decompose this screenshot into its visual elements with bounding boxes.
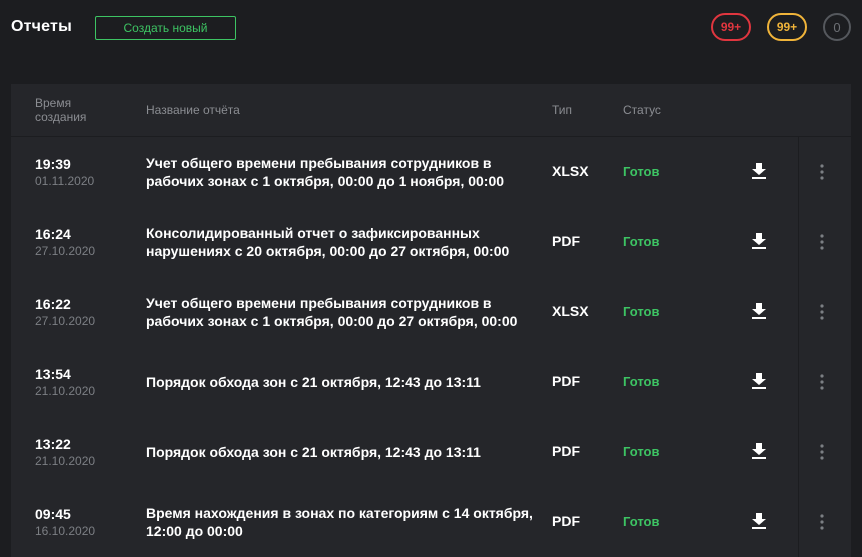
table-row[interactable]: 19:39 01.11.2020 Учет общего времени пребы… bbox=[11, 137, 851, 208]
more-vertical-icon[interactable] bbox=[819, 374, 825, 390]
reports-table: Время создания Название отчёта Тип Стату… bbox=[11, 84, 851, 557]
row-report-name: Учет общего времени пребывания сотрудник… bbox=[146, 295, 518, 329]
download-icon[interactable] bbox=[752, 163, 766, 179]
row-status: Готов bbox=[623, 374, 660, 389]
top-bar: Отчеты Создать новый 99+ 99+ 0 bbox=[0, 0, 862, 56]
row-date: 27.10.2020 bbox=[35, 244, 96, 258]
notification-badge-red[interactable]: 99+ bbox=[711, 13, 751, 41]
row-status: Готов bbox=[623, 304, 660, 319]
row-status: Готов bbox=[623, 514, 660, 529]
row-type: PDF bbox=[552, 513, 580, 529]
row-report-name: Консолидированный отчет о зафиксированны… bbox=[146, 225, 510, 259]
table-row[interactable]: 13:22 21.10.2020 Порядок обхода зон с 21 о… bbox=[11, 417, 851, 488]
more-vertical-icon[interactable] bbox=[819, 164, 825, 180]
more-vertical-icon[interactable] bbox=[819, 444, 825, 460]
column-header-name[interactable]: Название отчёта bbox=[146, 103, 240, 117]
more-vertical-icon[interactable] bbox=[819, 514, 825, 530]
page-title: Отчеты bbox=[11, 18, 72, 35]
more-vertical-icon[interactable] bbox=[819, 234, 825, 250]
row-type: PDF bbox=[552, 443, 580, 459]
row-time: 16:24 bbox=[35, 226, 71, 242]
row-report-name: Порядок обхода зон с 21 октября, 12:43 д… bbox=[146, 444, 481, 460]
row-type: PDF bbox=[552, 373, 580, 389]
row-status: Готов bbox=[623, 164, 660, 179]
row-time: 16:22 bbox=[35, 296, 71, 312]
download-icon[interactable] bbox=[752, 373, 766, 389]
row-status: Готов bbox=[623, 234, 660, 249]
notification-badge-yellow[interactable]: 99+ bbox=[767, 13, 807, 41]
table-row[interactable]: 09:45 16.10.2020 Время нахождения в зонах … bbox=[11, 487, 851, 557]
row-date: 01.11.2020 bbox=[35, 174, 95, 188]
table-row[interactable]: 16:24 27.10.2020 Консолидированный отчет о… bbox=[11, 207, 851, 278]
row-status: Готов bbox=[623, 444, 660, 459]
row-report-name: Порядок обхода зон с 21 октября, 12:43 д… bbox=[146, 374, 481, 390]
notification-badge-gray[interactable]: 0 bbox=[823, 13, 851, 41]
row-time: 09:45 bbox=[35, 506, 71, 522]
row-report-name: Время нахождения в зонах по категориям с… bbox=[146, 505, 533, 539]
column-header-time[interactable]: Время создания bbox=[35, 96, 105, 124]
row-date: 21.10.2020 bbox=[35, 384, 96, 398]
table-header: Время создания Название отчёта Тип Стату… bbox=[11, 84, 851, 137]
row-type: PDF bbox=[552, 233, 580, 249]
row-time: 13:22 bbox=[35, 436, 71, 452]
more-vertical-icon[interactable] bbox=[819, 304, 825, 320]
column-header-status[interactable]: Статус bbox=[623, 103, 661, 117]
row-type: XLSX bbox=[552, 303, 589, 319]
download-icon[interactable] bbox=[752, 443, 766, 459]
download-icon[interactable] bbox=[752, 513, 766, 529]
row-date: 16.10.2020 bbox=[35, 524, 96, 538]
row-report-name: Учет общего времени пребывания сотрудник… bbox=[146, 155, 505, 189]
table-row[interactable]: 13:54 21.10.2020 Порядок обхода зон с 21 о… bbox=[11, 347, 851, 418]
download-icon[interactable] bbox=[752, 233, 766, 249]
download-icon[interactable] bbox=[752, 303, 766, 319]
row-type: XLSX bbox=[552, 163, 589, 179]
row-date: 27.10.2020 bbox=[35, 314, 96, 328]
row-date: 21.10.2020 bbox=[35, 454, 96, 468]
row-time: 19:39 bbox=[35, 156, 71, 172]
column-header-type[interactable]: Тип bbox=[552, 103, 572, 117]
create-new-button[interactable]: Создать новый bbox=[95, 16, 236, 40]
table-row[interactable]: 16:22 27.10.2020 Учет общего времени пребы… bbox=[11, 277, 851, 348]
row-time: 13:54 bbox=[35, 366, 71, 382]
